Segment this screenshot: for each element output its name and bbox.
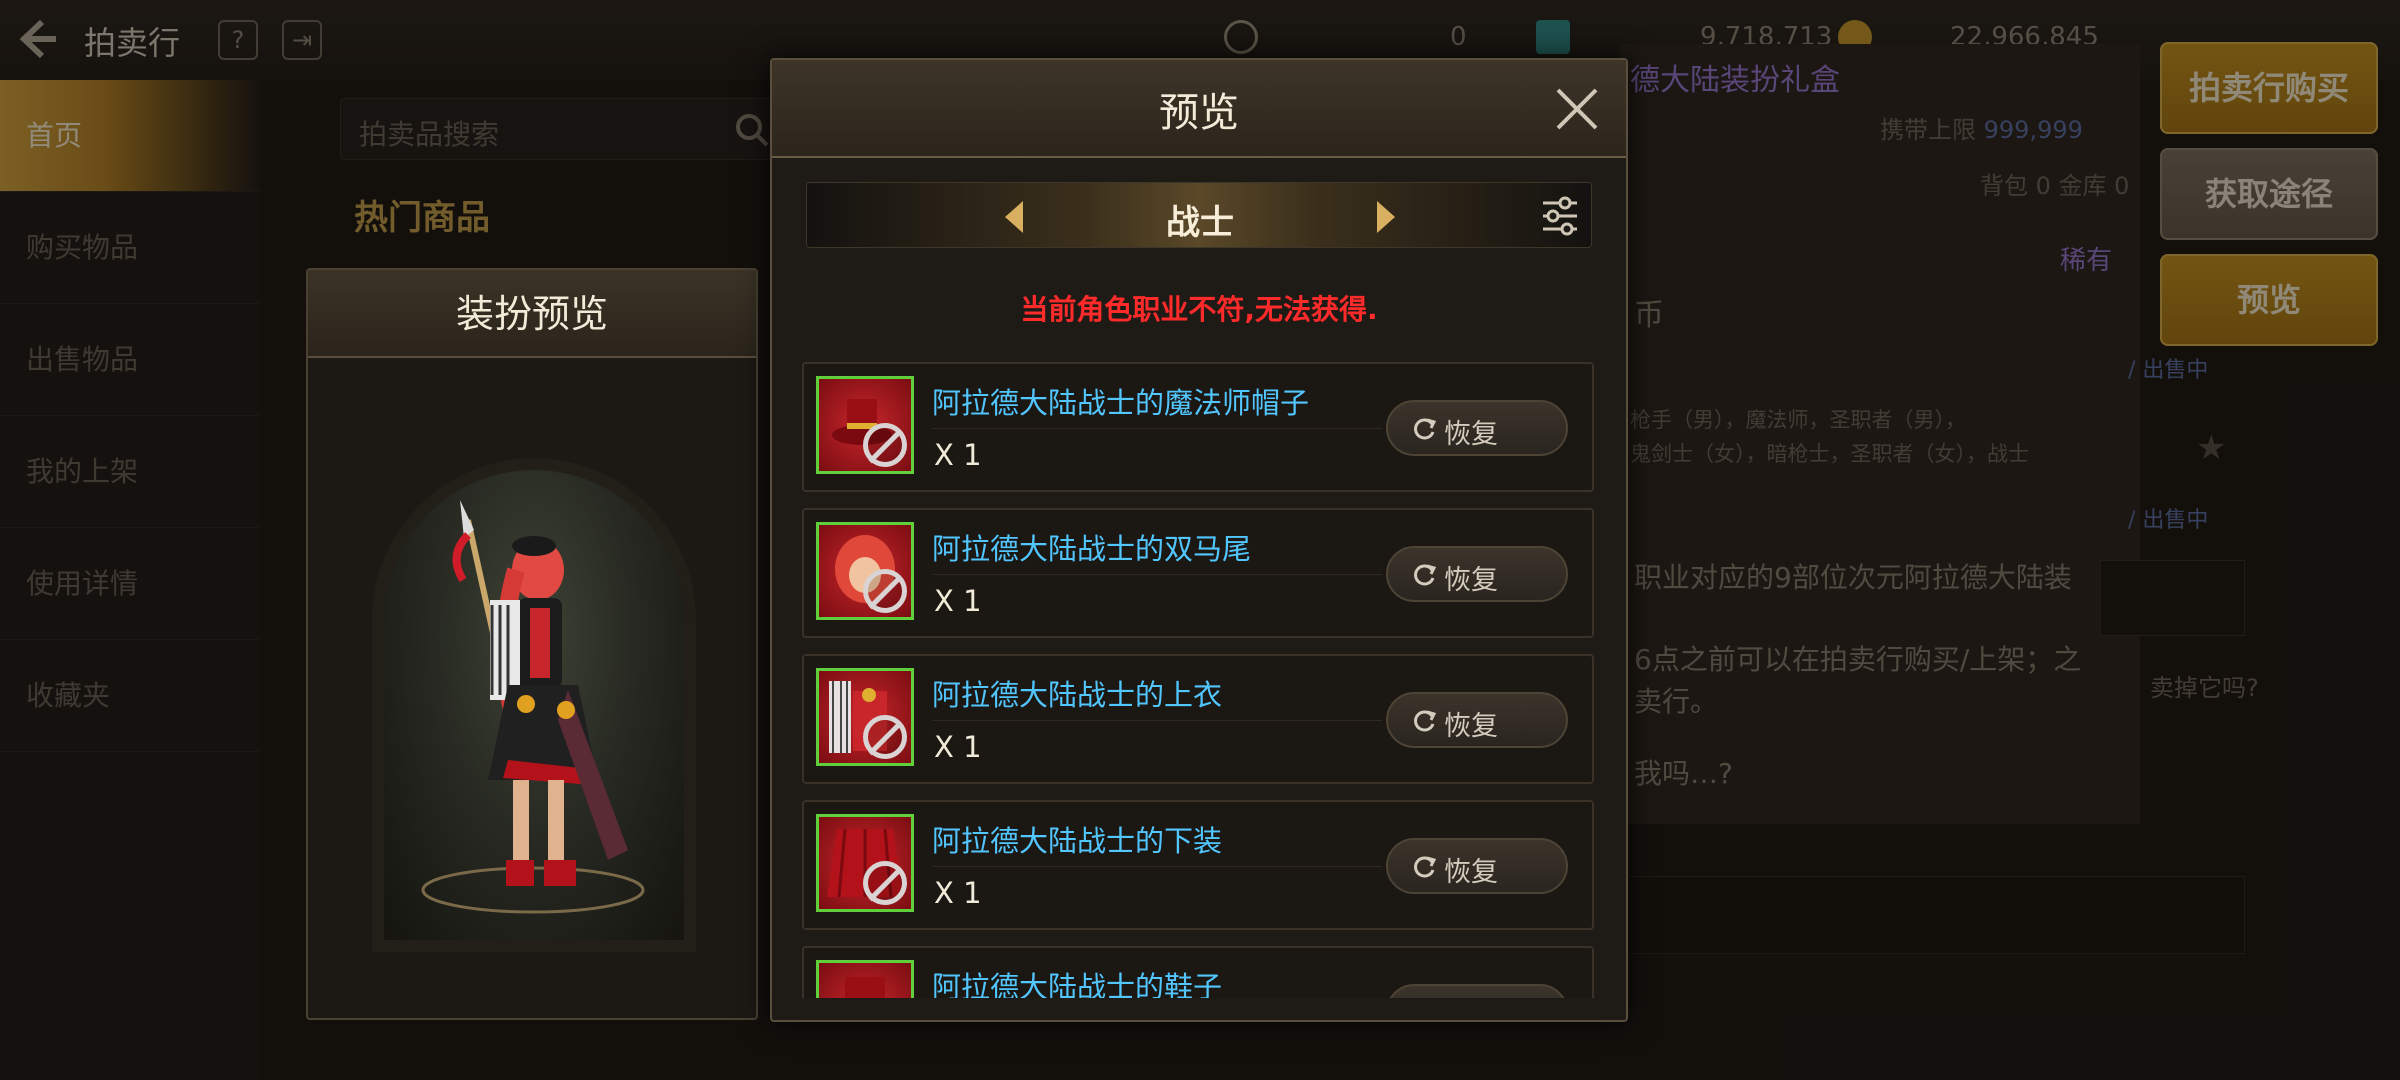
restore-button[interactable]: 恢复 [1386, 984, 1568, 998]
item-quantity: X 1 [934, 730, 982, 764]
character-avatar [421, 500, 645, 914]
job-name: 战士 [1166, 203, 1234, 243]
list-item: 阿拉德大陆战士的鞋子 X 1 恢复 [802, 946, 1594, 998]
item-name: 阿拉德大陆战士的上衣 [932, 678, 1223, 712]
list-item: 阿拉德大陆战士的下装 X 1 恢复 [802, 800, 1594, 930]
shoes-icon [816, 960, 914, 998]
unavailable-icon [863, 861, 907, 905]
item-quantity: X 1 [934, 876, 982, 910]
restore-label: 恢复 [1444, 857, 1498, 888]
item-list[interactable]: 阿拉德大陆战士的魔法师帽子 X 1 恢复 阿拉德大陆战士的双马尾 X 1 恢复 [802, 362, 1594, 998]
dialog-header: 预览 [772, 60, 1626, 158]
skirt-icon [816, 814, 914, 912]
list-item: 阿拉德大陆战士的上衣 X 1 恢复 [802, 654, 1594, 784]
item-name: 阿拉德大陆战士的魔法师帽子 [932, 386, 1310, 420]
divider [932, 720, 1382, 721]
restore-label: 恢复 [1444, 711, 1498, 742]
restore-button[interactable]: 恢复 [1386, 692, 1568, 748]
restore-button[interactable]: 恢复 [1386, 400, 1568, 456]
chevron-right-icon[interactable] [1371, 197, 1401, 237]
refresh-icon [1414, 418, 1437, 440]
refresh-icon [1414, 564, 1437, 586]
outfit-preview-title: 装扮预览 [308, 270, 756, 358]
hair-icon [816, 522, 914, 620]
restore-button[interactable]: 恢复 [1386, 838, 1568, 894]
refresh-icon [1414, 856, 1437, 878]
close-icon[interactable] [1550, 82, 1604, 136]
dialog-title: 预览 [1159, 90, 1239, 136]
restore-label: 恢复 [1444, 565, 1498, 596]
item-name: 阿拉德大陆战士的下装 [932, 824, 1223, 858]
list-item: 阿拉德大陆战士的双马尾 X 1 恢复 [802, 508, 1594, 638]
unavailable-icon [863, 423, 907, 467]
hat-icon [816, 376, 914, 474]
divider [932, 574, 1382, 575]
divider [932, 428, 1382, 429]
restore-button[interactable]: 恢复 [1386, 546, 1568, 602]
top-icon [816, 668, 914, 766]
filter-settings-icon[interactable] [1537, 193, 1583, 239]
item-name: 阿拉德大陆战士的双马尾 [932, 532, 1252, 566]
item-name: 阿拉德大陆战士的鞋子 [932, 970, 1223, 998]
divider [932, 866, 1382, 867]
restore-label: 恢复 [1444, 419, 1498, 450]
item-quantity: X 1 [934, 584, 982, 618]
restore-label: 恢复 [1444, 996, 1498, 998]
unavailable-icon [863, 569, 907, 613]
outfit-preview-panel: 装扮预览 [306, 268, 758, 1020]
preview-dialog: 预览 战士 当前角色职业不符,无法获得. 阿拉德大陆战士的魔法师帽子 X 1 恢… [770, 58, 1628, 1022]
item-quantity: X 1 [934, 438, 982, 472]
job-selector: 战士 [806, 182, 1592, 248]
list-item: 阿拉德大陆战士的魔法师帽子 X 1 恢复 [802, 362, 1594, 492]
job-mismatch-warning: 当前角色职业不符,无法获得. [1020, 293, 1378, 326]
refresh-icon [1414, 710, 1437, 732]
unavailable-icon [863, 715, 907, 759]
